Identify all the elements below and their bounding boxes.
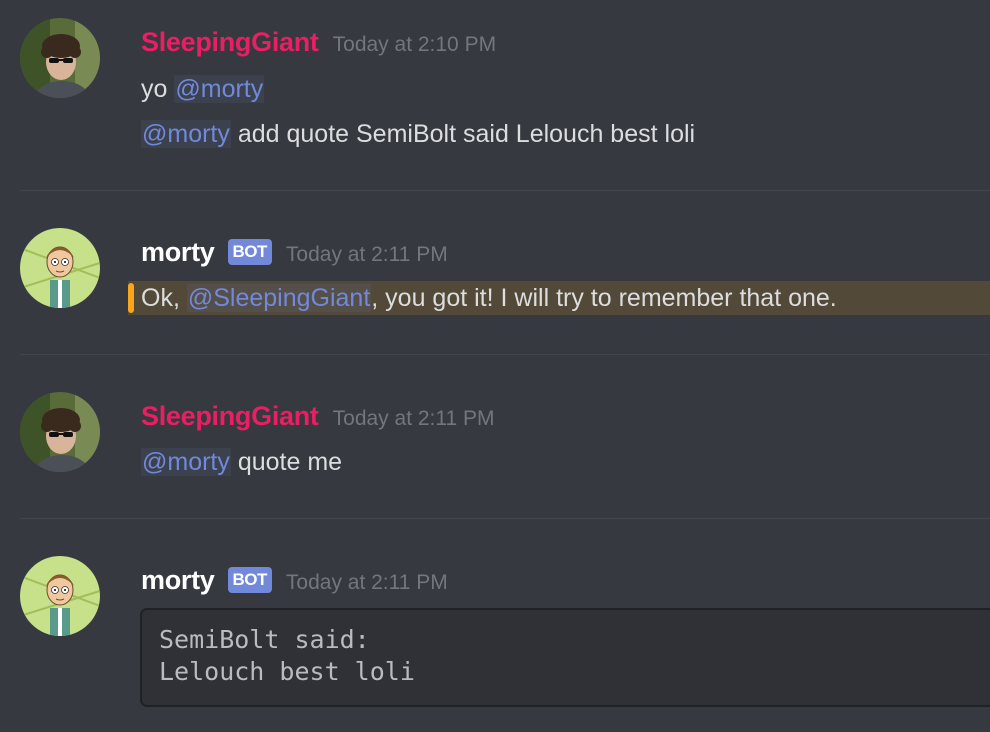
bot-avatar-icon[interactable]: [20, 556, 100, 636]
message-divider: [20, 190, 990, 191]
mention-highlight-bar: [128, 283, 134, 313]
username[interactable]: SleepingGiant: [141, 27, 319, 58]
username[interactable]: morty: [141, 237, 215, 268]
message-divider: [20, 354, 990, 355]
user-mention[interactable]: @morty: [174, 75, 265, 103]
timestamp: Today at 2:10 PM: [332, 33, 497, 56]
user-mention[interactable]: @SleepingGiant: [186, 284, 372, 312]
bot-avatar-icon[interactable]: [20, 228, 100, 308]
message-text-segment: yo: [141, 75, 175, 103]
user-mention[interactable]: @morty: [141, 120, 231, 148]
message-text-segment: quote me: [230, 448, 343, 476]
username[interactable]: SleepingGiant: [141, 401, 319, 432]
message-text: @morty quote me: [141, 442, 342, 482]
message-header: morty BOT Today at 2:11 PM: [141, 237, 448, 273]
chat-message-list: SleepingGiant Today at 2:10 PM yo @morty…: [0, 0, 990, 732]
user-mention[interactable]: @morty: [141, 448, 231, 476]
code-block: SemiBolt said: Lelouch best loli: [140, 608, 990, 707]
timestamp: Today at 2:11 PM: [332, 407, 495, 430]
timestamp: Today at 2:11 PM: [285, 243, 448, 266]
message-header: SleepingGiant Today at 2:11 PM: [141, 401, 495, 437]
message-header: SleepingGiant Today at 2:10 PM: [141, 27, 496, 63]
message-text: yo @morty: [141, 69, 265, 109]
bot-tag: BOT: [227, 567, 272, 593]
user-avatar-icon[interactable]: [20, 18, 100, 98]
code-line: SemiBolt said:: [159, 625, 370, 654]
message-header: morty BOT Today at 2:11 PM: [141, 565, 448, 601]
message-text-segment: add quote SemiBolt said Lelouch best lol…: [230, 120, 696, 148]
username[interactable]: morty: [141, 565, 215, 596]
message-text-segment: , you got it! I will try to remember tha…: [371, 284, 837, 312]
message-text: @morty add quote SemiBolt said Lelouch b…: [141, 114, 695, 154]
bot-tag: BOT: [227, 239, 272, 265]
message-text: Ok, @SleepingGiant, you got it! I will t…: [141, 278, 837, 318]
timestamp: Today at 2:11 PM: [285, 571, 448, 594]
user-avatar-icon[interactable]: [20, 392, 100, 472]
message-divider: [20, 518, 990, 519]
code-line: Lelouch best loli: [159, 657, 415, 686]
message-text-segment: Ok,: [141, 284, 187, 312]
